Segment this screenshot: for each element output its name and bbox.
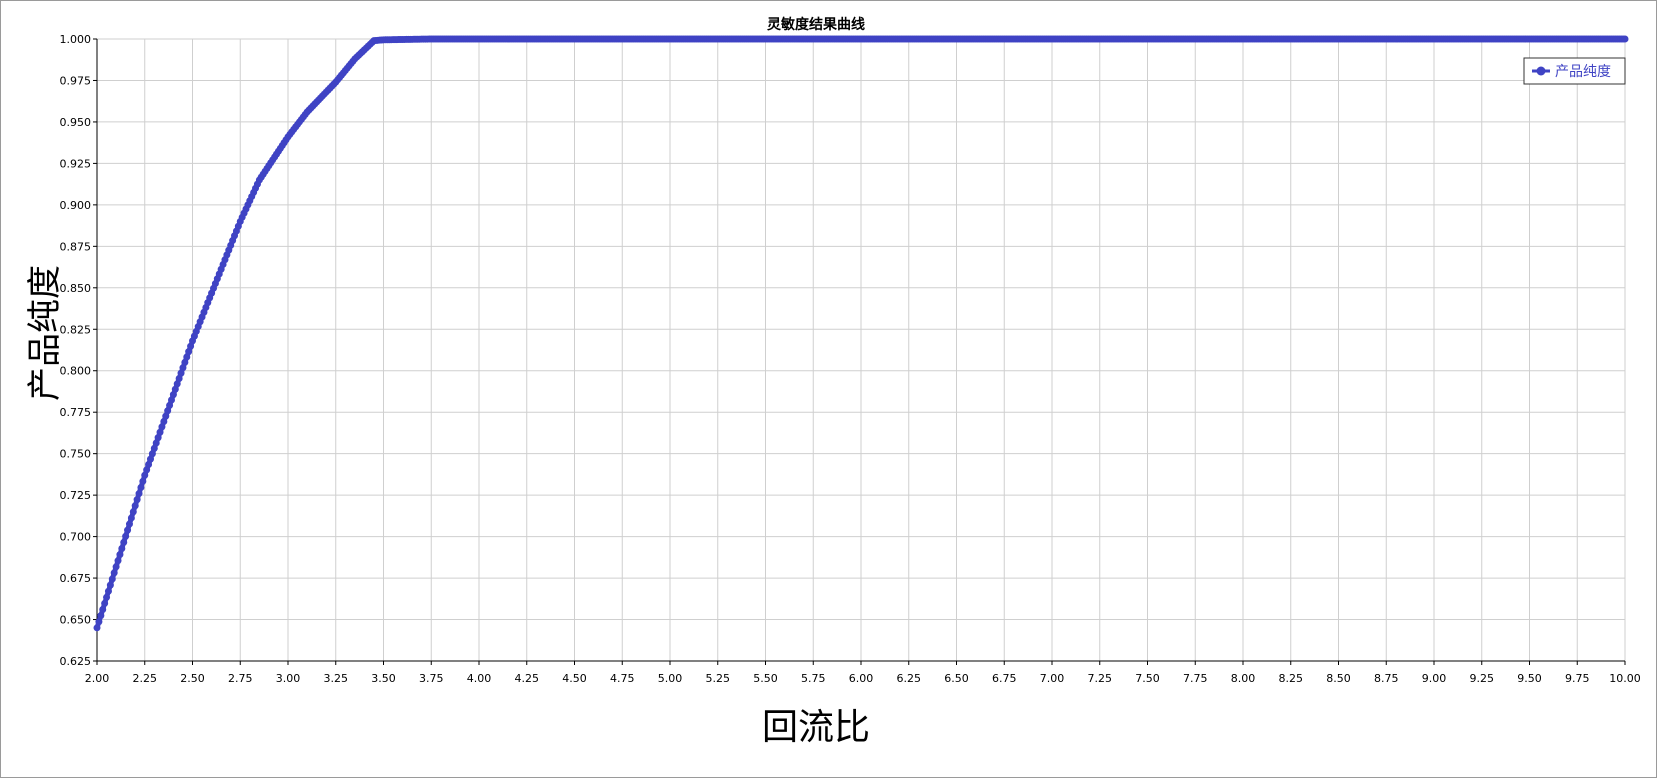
x-tick-label: 2.75: [228, 672, 253, 685]
x-tick-label: 9.75: [1565, 672, 1590, 685]
chart-title: 灵敏度结果曲线: [767, 16, 865, 33]
legend-circle-marker: [1536, 66, 1546, 76]
x-axis-title: 回流比: [762, 707, 870, 748]
data-point: [114, 557, 122, 565]
x-tick-label: 7.25: [1088, 672, 1113, 685]
data-point: [103, 593, 111, 601]
chart-window: 灵敏度结果曲线 2.00 2.25 2.50 2.75 3.00 3.25 3.50 3.75…: [0, 0, 1657, 778]
grid: [96, 38, 1626, 662]
y-tick-label: 0.775: [60, 406, 92, 419]
data-point: [108, 575, 116, 583]
x-tick-label: 4.25: [515, 672, 540, 685]
x-tick-label: 5.50: [753, 672, 778, 685]
y-tick-label: 0.625: [60, 655, 92, 668]
y-tick-label: 0.725: [60, 489, 92, 502]
y-axis-title: 产品纯度: [25, 265, 65, 401]
x-tick-label: 8.00: [1231, 672, 1256, 685]
data-point: [101, 599, 109, 607]
y-tick-label: 0.875: [60, 240, 92, 253]
legend-label: 产品纯度: [1555, 64, 1611, 80]
y-tick-label: 0.925: [60, 157, 92, 170]
x-tick-label: 2.50: [180, 672, 205, 685]
x-tick-label: 5.00: [658, 672, 683, 685]
data-point: [125, 520, 133, 528]
y-tick-label: 0.950: [60, 116, 92, 129]
data-point: [135, 490, 143, 498]
x-tick-label: 6.00: [849, 672, 874, 685]
x-tick-label: 7.75: [1183, 672, 1208, 685]
data-point: [93, 624, 101, 632]
data-point: [131, 502, 139, 510]
data-point: [137, 483, 145, 491]
x-tick-label: 5.25: [706, 672, 731, 685]
x-tick-label: 9.00: [1422, 672, 1447, 685]
data-point: [1621, 35, 1629, 43]
data-point: [110, 569, 118, 577]
x-tick-label: 7.50: [1135, 672, 1160, 685]
x-tick-label: 7.00: [1040, 672, 1065, 685]
data-point: [116, 551, 124, 559]
data-point: [99, 606, 107, 614]
x-tick-label: 2.00: [85, 672, 110, 685]
x-tick-label: 8.75: [1374, 672, 1399, 685]
x-tick-label: 3.75: [419, 672, 444, 685]
data-point: [122, 532, 130, 540]
x-tick-label: 8.50: [1326, 672, 1351, 685]
y-tick-label: 0.700: [60, 531, 92, 544]
y-tick-label: 0.675: [60, 572, 92, 585]
y-tick-label: 0.975: [60, 74, 92, 87]
data-point: [104, 587, 112, 595]
x-tick-label: 4.50: [562, 672, 587, 685]
data-point: [95, 618, 103, 626]
x-tick-label: 6.25: [897, 672, 922, 685]
x-tick-label: 10.00: [1609, 672, 1641, 685]
legend: 产品纯度: [1523, 57, 1626, 85]
data-point: [97, 612, 105, 620]
x-tick-label: 4.75: [610, 672, 635, 685]
data-point: [120, 538, 128, 546]
y-tick-label: 0.650: [60, 614, 92, 627]
x-tick-label: 3.50: [371, 672, 396, 685]
x-tick-label: 9.25: [1470, 672, 1495, 685]
x-tick-label: 4.00: [467, 672, 492, 685]
data-point: [106, 581, 114, 589]
data-point: [124, 526, 132, 534]
x-tick-label: 3.25: [324, 672, 349, 685]
x-tick-label: 6.75: [992, 672, 1017, 685]
x-tick-label: 2.25: [133, 672, 158, 685]
chart: 灵敏度结果曲线 2.00 2.25 2.50 2.75 3.00 3.25 3.50 3.75…: [25, 16, 1641, 748]
x-tick-label: 6.50: [944, 672, 969, 685]
x-tick-label: 5.75: [801, 672, 826, 685]
data-point: [133, 496, 141, 504]
y-tick-label: 0.900: [60, 199, 92, 212]
data-point: [127, 514, 135, 522]
y-tick-label: 0.750: [60, 448, 92, 461]
data-point: [139, 477, 147, 485]
x-tick-label: 8.25: [1279, 672, 1304, 685]
data-point: [112, 563, 120, 571]
y-tick-label: 1.000: [60, 33, 92, 46]
x-tick-label: 9.50: [1517, 672, 1542, 685]
data-point: [118, 544, 126, 552]
x-tick-label: 3.00: [276, 672, 301, 685]
data-point: [129, 508, 137, 516]
